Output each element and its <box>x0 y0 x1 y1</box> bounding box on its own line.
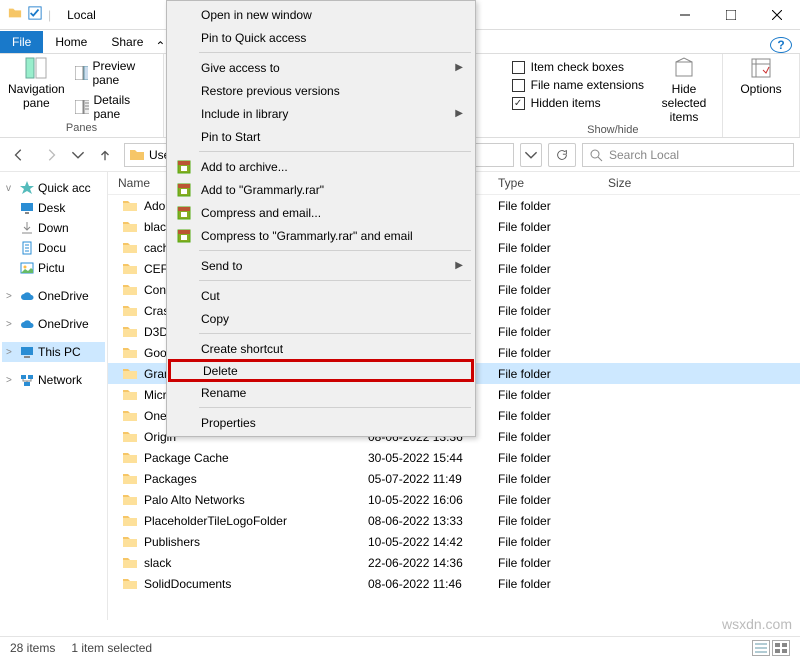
file-row[interactable]: Palo Alto Networks10-05-2022 16:06File f… <box>108 489 800 510</box>
context-menu-item[interactable]: Pin to Quick access <box>169 26 473 49</box>
tree-item[interactable]: >Network <box>2 370 105 390</box>
view-icons-button[interactable] <box>772 640 790 656</box>
context-menu-item[interactable]: Create shortcut <box>169 337 473 360</box>
navigation-tree[interactable]: vQuick accDeskDownDocuPictu >OneDrive >One… <box>0 172 108 620</box>
search-icon <box>589 148 603 162</box>
forward-button[interactable] <box>38 142 64 168</box>
column-type[interactable]: Type <box>498 176 608 190</box>
context-menu-item[interactable]: Open in new window <box>169 3 473 26</box>
context-menu-item[interactable]: Restore previous versions <box>169 79 473 102</box>
column-size[interactable]: Size <box>608 176 668 190</box>
status-bar: 28 items 1 item selected <box>0 636 800 658</box>
file-extensions-toggle[interactable]: File name extensions <box>512 78 644 92</box>
up-button[interactable] <box>92 142 118 168</box>
showhide-group: Item check boxes File name extensions ✓H… <box>504 54 723 137</box>
tab-file[interactable]: File <box>0 31 43 53</box>
file-row[interactable]: SolidDocuments08-06-2022 11:46File folde… <box>108 573 800 594</box>
context-menu-item[interactable]: Add to "Grammarly.rar" <box>169 178 473 201</box>
tree-item[interactable]: Desk <box>2 198 105 218</box>
quick-access-toolbar: | <box>0 6 59 23</box>
tree-item[interactable]: >This PC <box>2 342 105 362</box>
context-menu-item[interactable]: Send to▶ <box>169 254 473 277</box>
tree-item[interactable]: Down <box>2 218 105 238</box>
context-menu-item[interactable]: Copy <box>169 307 473 330</box>
dropdown-button[interactable] <box>520 143 542 167</box>
tree-item[interactable]: vQuick acc <box>2 178 105 198</box>
options-button[interactable]: Options <box>731 56 791 96</box>
back-button[interactable] <box>6 142 32 168</box>
hide-selected-button[interactable]: Hide selected items <box>654 56 714 124</box>
view-details-button[interactable] <box>752 640 770 656</box>
context-menu-item[interactable]: Delete <box>168 359 474 382</box>
file-row[interactable]: Packages05-07-2022 11:49File folder <box>108 468 800 489</box>
minimize-button[interactable] <box>662 0 708 30</box>
hidden-items-toggle[interactable]: ✓Hidden items <box>512 96 644 110</box>
ribbon-group-label: Panes <box>8 122 155 136</box>
item-count: 28 items <box>10 641 55 655</box>
preview-pane-button[interactable]: Preview pane <box>75 58 155 88</box>
tab-share[interactable]: Share <box>99 31 155 53</box>
file-row[interactable]: Publishers10-05-2022 14:42File folder <box>108 531 800 552</box>
context-menu: Open in new windowPin to Quick access Giv… <box>166 0 476 437</box>
folder-icon <box>8 6 22 23</box>
close-button[interactable] <box>754 0 800 30</box>
tree-item[interactable]: >OneDrive <box>2 286 105 306</box>
checkbox-icon[interactable] <box>28 6 42 23</box>
search-input[interactable]: Search Local <box>582 143 794 167</box>
file-row[interactable]: slack22-06-2022 14:36File folder <box>108 552 800 573</box>
file-row[interactable]: PlaceholderTileLogoFolder08-06-2022 13:3… <box>108 510 800 531</box>
context-menu-item[interactable]: Include in library▶ <box>169 102 473 125</box>
folder-icon <box>129 147 145 163</box>
ribbon-collapse-icon[interactable]: ⌃ <box>155 39 165 53</box>
tree-item[interactable]: Docu <box>2 238 105 258</box>
watermark: wsxdn.com <box>722 616 792 632</box>
maximize-button[interactable] <box>708 0 754 30</box>
tree-item[interactable]: Pictu <box>2 258 105 278</box>
tab-home[interactable]: Home <box>43 31 99 53</box>
help-icon[interactable]: ? <box>770 37 792 53</box>
file-row[interactable]: Package Cache30-05-2022 15:44File folder <box>108 447 800 468</box>
details-pane-button[interactable]: Details pane <box>75 92 155 122</box>
context-menu-item[interactable]: Compress to "Grammarly.rar" and email <box>169 224 473 247</box>
context-menu-item[interactable]: Compress and email... <box>169 201 473 224</box>
item-checkboxes-toggle[interactable]: Item check boxes <box>512 60 644 74</box>
context-menu-item[interactable]: Properties <box>169 411 473 434</box>
refresh-button[interactable] <box>548 143 576 167</box>
recent-button[interactable] <box>70 142 86 168</box>
divider: | <box>48 8 51 22</box>
selection-count: 1 item selected <box>71 641 152 655</box>
context-menu-item[interactable]: Rename <box>169 381 473 404</box>
context-menu-item[interactable]: Add to archive... <box>169 155 473 178</box>
context-menu-item[interactable]: Give access to▶ <box>169 56 473 79</box>
navigation-pane-button[interactable]: Navigation pane <box>8 56 65 110</box>
context-menu-item[interactable]: Cut <box>169 284 473 307</box>
context-menu-item[interactable]: Pin to Start <box>169 125 473 148</box>
tree-item[interactable]: >OneDrive <box>2 314 105 334</box>
